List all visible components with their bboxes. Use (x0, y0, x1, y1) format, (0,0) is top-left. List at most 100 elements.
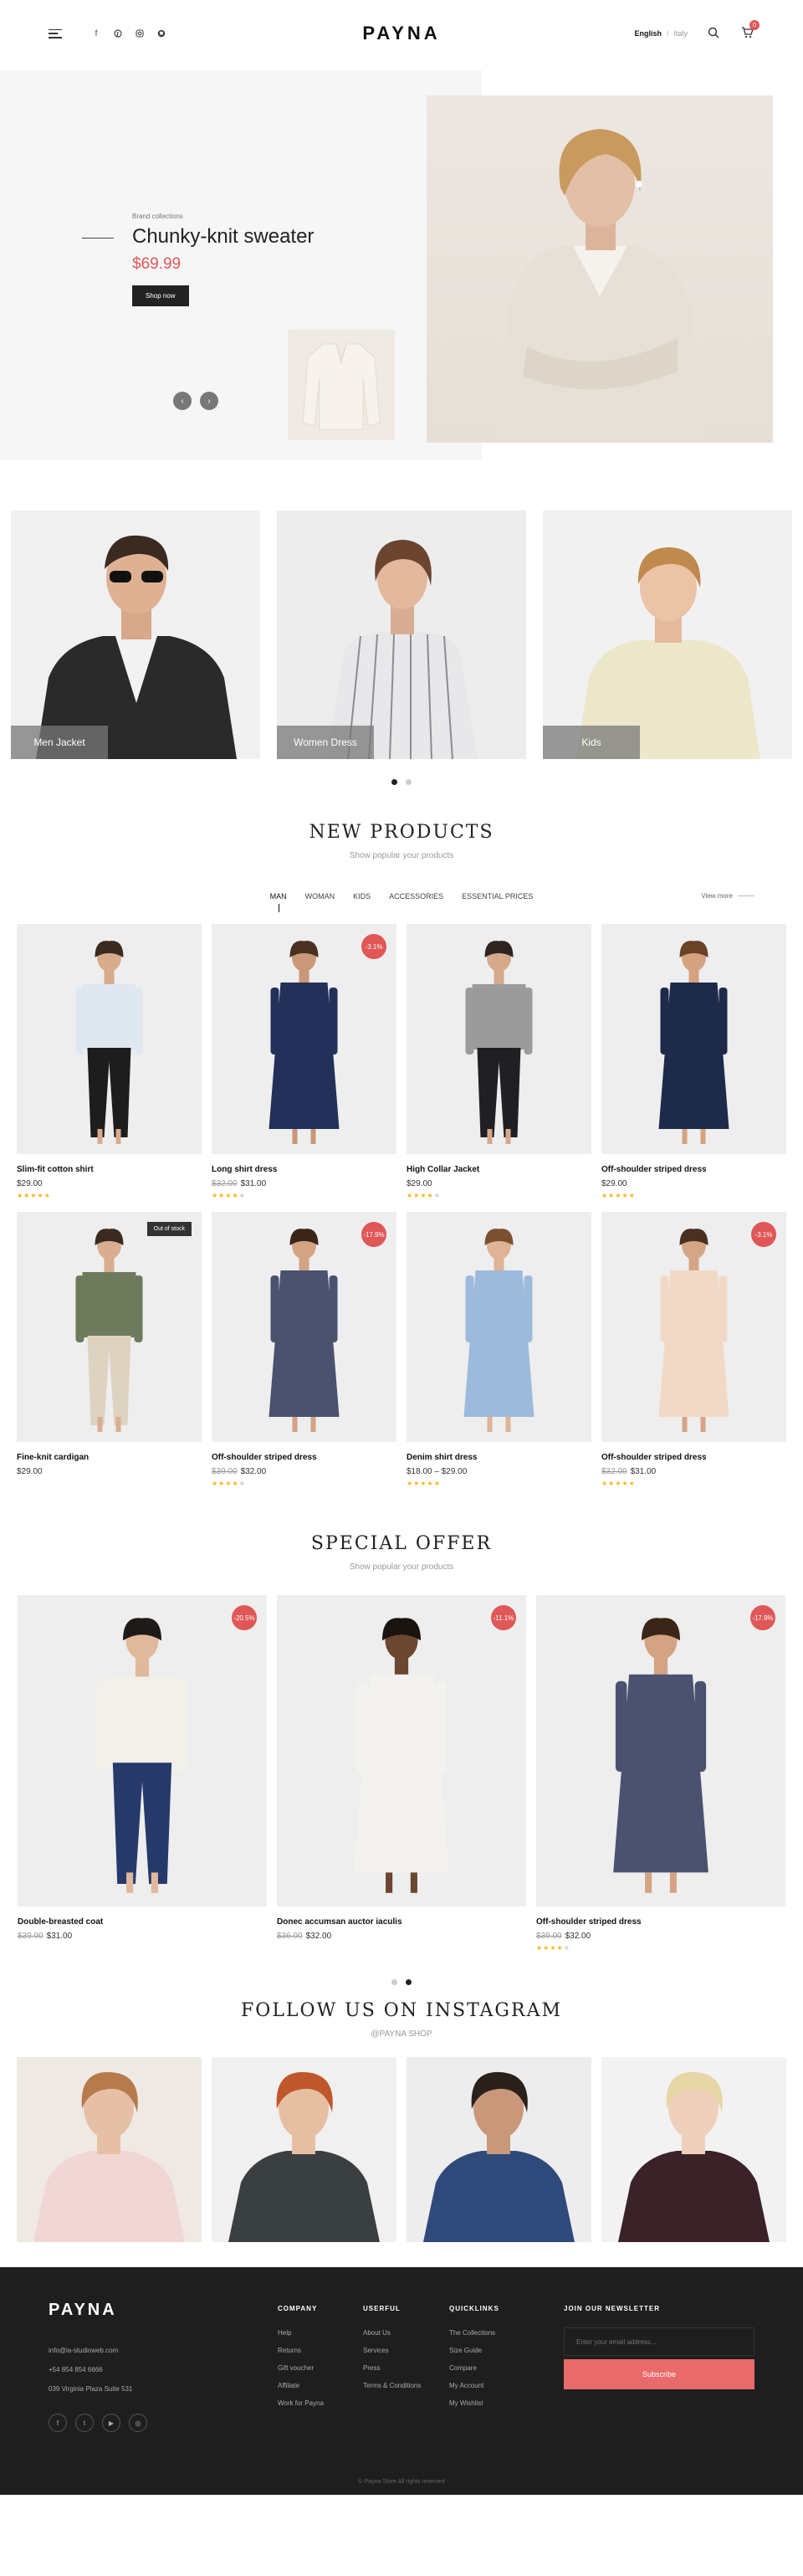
footer-link[interactable]: The Collections (449, 2324, 499, 2342)
product-image[interactable] (407, 924, 591, 1154)
pagination-dot-1[interactable] (391, 779, 397, 785)
category-women-dress[interactable]: Women Dress (277, 511, 526, 759)
product-image[interactable]: -11.1% (277, 1595, 526, 1906)
tab-woman[interactable]: WOMAN (305, 892, 335, 907)
hero-eyebrow: Brand collections (132, 213, 183, 220)
instagram-photo[interactable] (407, 2057, 591, 2242)
rating-stars: ★★★★★ (536, 1944, 570, 1952)
footer-link[interactable]: My Account (449, 2377, 499, 2394)
product-name[interactable]: Off-shoulder striped dress (536, 1917, 785, 1927)
footer-link[interactable]: About Us (363, 2324, 421, 2342)
footer-link[interactable]: Press (363, 2359, 421, 2377)
pagination-dot-2[interactable] (406, 779, 412, 785)
tab-man[interactable]: MAN (270, 892, 287, 912)
hero-thumbnail[interactable] (288, 330, 395, 440)
footer-link[interactable]: Compare (449, 2359, 499, 2377)
rating-stars (277, 1944, 526, 1954)
newsletter-email-input[interactable] (564, 2327, 754, 2356)
product-name[interactable]: Off-shoulder striped dress (212, 1453, 396, 1462)
footer-link[interactable]: Services (363, 2342, 421, 2359)
product-image[interactable]: Out of stock (17, 1212, 202, 1442)
product-image[interactable] (17, 924, 202, 1154)
search-icon[interactable] (708, 27, 721, 40)
footer-link[interactable]: My Wishlist (449, 2394, 499, 2412)
cart-icon[interactable]: 0 (741, 20, 760, 40)
footer-link[interactable]: Gift voucher (278, 2359, 324, 2377)
product-card: -3.1% Long shirt dress $32.00 $31.00 ★★★★… (212, 924, 396, 1202)
rating-stars: ★★★★★ (601, 1480, 636, 1487)
product-card: -3.1% Off-shoulder striped dress $32.00 $… (601, 1212, 786, 1490)
footer-logo[interactable]: PAYNA (49, 2301, 117, 2320)
product-image[interactable]: -20.5% (18, 1595, 267, 1906)
current-price: $31.00 (240, 1179, 267, 1188)
product-price: $32.00 $31.00 (601, 1467, 786, 1476)
newsletter-title: JOIN OUR NEWSLETTER (564, 2305, 661, 2312)
tab-accessories[interactable]: ACCESSORIES (389, 892, 443, 907)
product-name[interactable]: Off-shoulder striped dress (601, 1453, 786, 1462)
pagination-dot-2[interactable] (406, 1979, 412, 1985)
old-price: $32.00 (212, 1179, 238, 1188)
product-image[interactable]: -3.1% (212, 924, 396, 1154)
menu-icon[interactable] (49, 28, 62, 38)
footer-link[interactable]: Terms & Conditions (363, 2377, 421, 2394)
product-card: Out of stock Fine-knit cardigan $29.00 (17, 1212, 202, 1490)
footer-contact: info@la-studioweb.com +54 854 854 6666 0… (49, 2341, 132, 2399)
facebook-icon[interactable]: f (90, 28, 102, 39)
instagram-icon[interactable] (134, 28, 146, 39)
special-pagination (0, 1979, 803, 1985)
footer-link[interactable]: Returns (278, 2342, 324, 2359)
view-more-link[interactable]: View more (701, 892, 754, 900)
instagram-photo[interactable] (212, 2057, 396, 2242)
category-label: Men Jacket (11, 726, 108, 759)
footer-link[interactable]: Help (278, 2324, 324, 2342)
prev-slide-button[interactable]: ‹ (173, 392, 192, 410)
shop-now-button[interactable]: Shop now (132, 285, 189, 306)
youtube-icon[interactable]: ▶ (102, 2414, 120, 2432)
product-price: $39.00 $32.00 (212, 1467, 396, 1476)
product-name[interactable]: Fine-knit cardigan (17, 1453, 202, 1462)
product-image[interactable] (601, 924, 786, 1154)
footer-email[interactable]: info@la-studioweb.com (49, 2341, 132, 2360)
new-products-subtitle: Show popular your products (349, 851, 454, 860)
current-price: $32.00 (305, 1932, 332, 1941)
product-name[interactable]: Long shirt dress (212, 1165, 396, 1174)
instagram-photo[interactable] (601, 2057, 786, 2242)
tab-essential-prices[interactable]: ESSENTIAL PRICES (462, 892, 533, 907)
pinterest-icon[interactable] (112, 28, 124, 39)
product-image[interactable]: -17.9% (212, 1212, 396, 1442)
dribbble-icon[interactable]: ◎ (129, 2414, 147, 2432)
hero-price: $69.99 (132, 255, 182, 273)
special-offer-grid: -20.5% Double-breasted coat $39.00 $31.00… (0, 1595, 803, 1954)
category-kids[interactable]: Kids (543, 511, 792, 759)
out-of-stock-badge: Out of stock (146, 1222, 192, 1236)
tab-kids[interactable]: KIDS (353, 892, 371, 907)
product-name[interactable]: Off-shoulder striped dress (601, 1165, 786, 1174)
instagram-photo[interactable] (17, 2057, 202, 2242)
product-name[interactable]: High Collar Jacket (407, 1165, 591, 1174)
footer-link[interactable]: Affiliate (278, 2377, 324, 2394)
site-logo[interactable]: PAYNA (362, 23, 440, 44)
product-image[interactable] (407, 1212, 591, 1442)
category-men-jacket[interactable]: Men Jacket (11, 511, 260, 759)
language-selector[interactable]: English (634, 29, 662, 38)
product-image[interactable]: -17.9% (536, 1595, 785, 1906)
rating-stars: ★★★★★ (601, 1192, 636, 1199)
hero-model-image[interactable] (427, 95, 773, 443)
footer-phone[interactable]: +54 854 854 6666 (49, 2360, 132, 2379)
facebook-icon[interactable]: f (49, 2414, 67, 2432)
old-price: $39.00 (18, 1932, 43, 1941)
twitter-icon[interactable]: t (75, 2414, 94, 2432)
product-name[interactable]: Double-breasted coat (18, 1917, 267, 1927)
country-selector[interactable]: Italy (673, 29, 688, 38)
pagination-dot-1[interactable] (391, 1979, 397, 1985)
category-pagination (0, 779, 803, 785)
product-name[interactable]: Slim-fit cotton shirt (17, 1165, 202, 1174)
product-name[interactable]: Denim shirt dress (407, 1453, 591, 1462)
footer-link[interactable]: Work for Payna (278, 2394, 324, 2412)
subscribe-button[interactable]: Subscribe (564, 2359, 754, 2389)
product-name[interactable]: Donec accumsan auctor iaculis (277, 1917, 526, 1927)
github-icon[interactable] (156, 28, 167, 39)
product-image[interactable]: -3.1% (601, 1212, 786, 1442)
footer-link[interactable]: Size Guide (449, 2342, 499, 2359)
next-slide-button[interactable]: › (200, 392, 218, 410)
